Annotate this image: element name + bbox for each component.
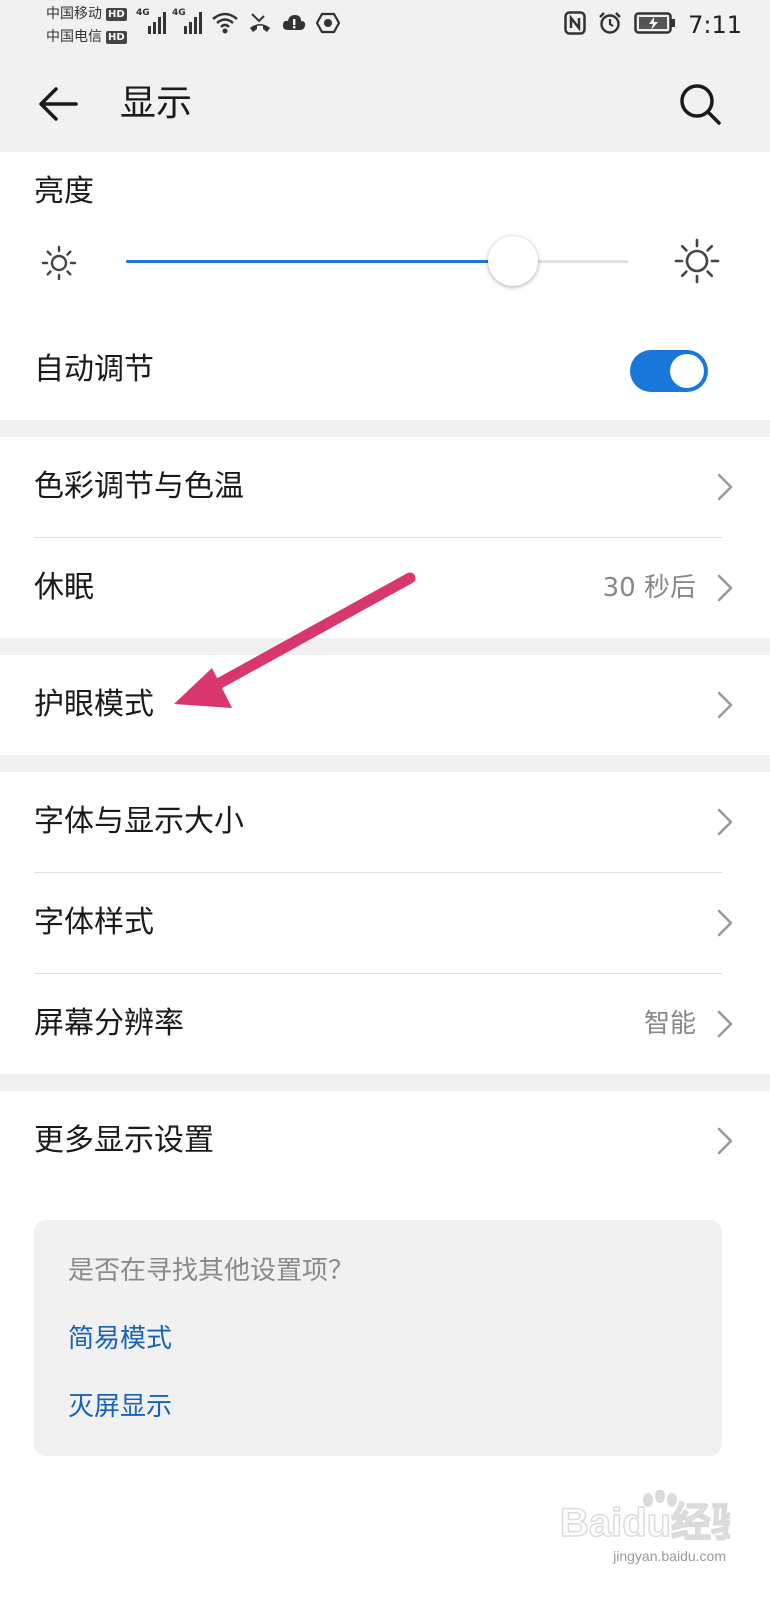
chevron-right-icon	[717, 808, 733, 836]
chevron-right-icon	[717, 909, 733, 937]
app-bar: 显示	[0, 52, 770, 152]
cloud-alert-icon	[282, 12, 306, 38]
color-temperature-label: 色彩调节与色温	[34, 469, 244, 504]
page-title: 显示	[120, 83, 193, 124]
status-bar: 中国移动 HD 中国电信 HD 4G 4G 7:11	[0, 0, 770, 52]
missed-call-icon	[248, 12, 272, 38]
eye-comfort-card: 护眼模式	[0, 655, 770, 755]
brightness-low-icon	[40, 244, 78, 282]
font-resolution-card: 字体与显示大小 字体样式 屏幕分辨率 智能	[0, 772, 770, 1074]
alarm-icon	[598, 11, 622, 39]
carrier-2: 中国电信 HD	[46, 29, 127, 45]
suggestion-box: 是否在寻找其他设置项？ 简易模式 灭屏显示	[34, 1220, 722, 1456]
brightness-high-icon	[674, 238, 720, 284]
watermark-url: jingyan.baidu.com	[613, 1548, 726, 1564]
font-size-row[interactable]: 字体与显示大小	[34, 772, 736, 872]
font-style-label: 字体样式	[34, 905, 154, 940]
sleep-row[interactable]: 休眠 30 秒后	[34, 538, 736, 638]
eye-comfort-label: 护眼模式	[34, 687, 154, 722]
font-size-label: 字体与显示大小	[34, 804, 244, 839]
chevron-right-icon	[717, 1010, 733, 1038]
brightness-slider[interactable]	[126, 236, 628, 286]
resolution-row[interactable]: 屏幕分辨率 智能	[34, 974, 736, 1074]
wifi-icon	[212, 12, 238, 38]
back-button[interactable]	[36, 82, 80, 126]
svg-text:Baidu经验: Baidu经验	[560, 1501, 730, 1545]
chevron-right-icon	[717, 473, 733, 501]
more-display-settings-label: 更多显示设置	[34, 1123, 214, 1158]
chevron-right-icon	[717, 691, 733, 719]
signal-icon: 4G	[136, 8, 166, 38]
suggestion-question: 是否在寻找其他设置项？	[68, 1256, 355, 1286]
status-time: 7:11	[688, 11, 742, 39]
toggle-knob	[670, 354, 704, 388]
brightness-label: 亮度	[34, 174, 94, 209]
simple-mode-link[interactable]: 简易模式	[68, 1322, 172, 1356]
nfc-icon	[564, 11, 586, 39]
battery-charging-icon	[634, 12, 676, 38]
arrow-left-icon	[39, 87, 78, 121]
resolution-label: 屏幕分辨率	[34, 1006, 184, 1041]
color-temperature-row[interactable]: 色彩调节与色温	[34, 437, 736, 537]
brightness-slider-fill	[126, 260, 513, 263]
font-style-row[interactable]: 字体样式	[34, 873, 736, 973]
brightness-slider-thumb[interactable]	[487, 236, 538, 286]
eye-comfort-row[interactable]: 护眼模式	[34, 655, 736, 755]
search-button[interactable]	[678, 82, 722, 126]
auto-brightness-toggle[interactable]	[630, 350, 708, 392]
sleep-label: 休眠	[34, 570, 94, 605]
resolution-value: 智能	[643, 1009, 696, 1039]
auto-brightness-label: 自动调节	[34, 352, 154, 387]
brightness-card: 亮度 自动调节	[0, 152, 770, 420]
carrier-1: 中国移动 HD	[46, 6, 127, 22]
color-sleep-card: 色彩调节与色温 休眠 30 秒后	[0, 437, 770, 638]
app-notification-icon	[315, 12, 341, 38]
signal-icon: 4G	[172, 8, 202, 38]
chevron-right-icon	[717, 1127, 733, 1155]
sleep-value: 30 秒后	[602, 573, 696, 603]
chevron-right-icon	[717, 574, 733, 602]
always-on-display-link[interactable]: 灭屏显示	[68, 1390, 172, 1424]
more-display-settings-row[interactable]: 更多显示设置	[34, 1091, 736, 1191]
search-icon	[680, 84, 721, 125]
